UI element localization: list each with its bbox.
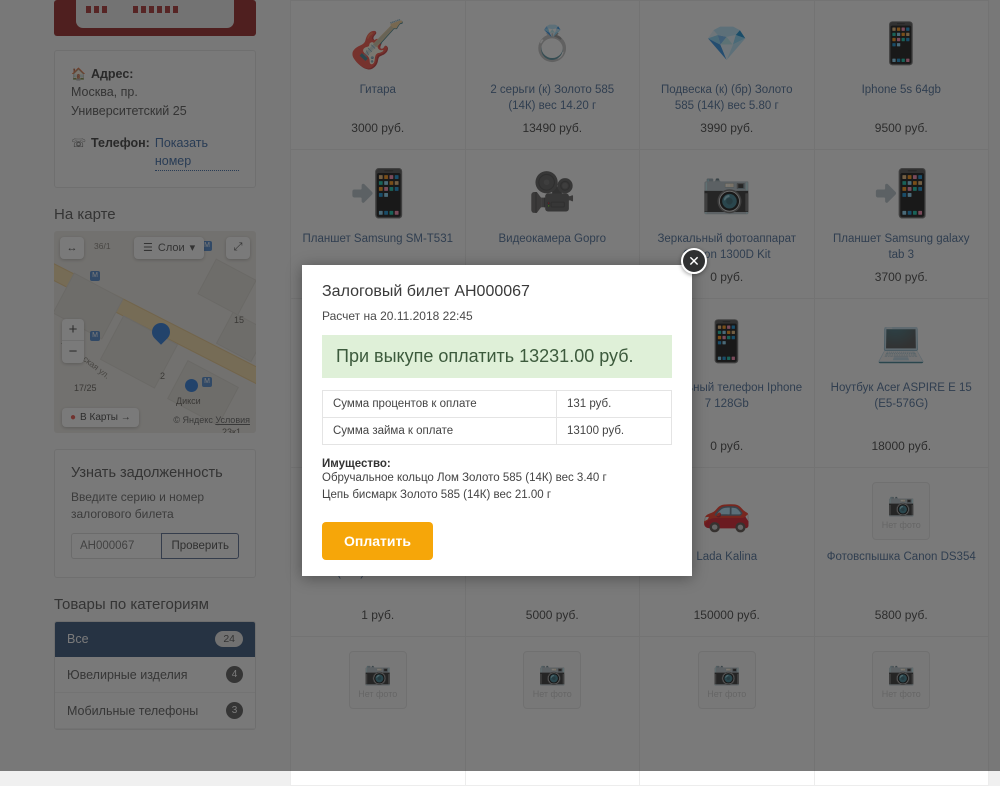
modal-subtitle: Расчет на 20.11.2018 22:45 <box>322 309 473 323</box>
table-row: Сумма процентов к оплате 131 руб. <box>322 390 672 418</box>
property-line: Обручальное кольцо Лом Золото 585 (14К) … <box>322 472 607 484</box>
interest-label: Сумма процентов к оплате <box>322 390 557 418</box>
payment-breakdown-table: Сумма процентов к оплате 131 руб. Сумма … <box>322 390 672 445</box>
close-icon[interactable]: ✕ <box>681 248 707 274</box>
redemption-amount-banner: При выкупе оплатить 13231.00 руб. <box>322 335 672 378</box>
property-line: Цепь бисмарк Золото 585 (14К) вес 21.00 … <box>322 489 552 502</box>
modal-title: Залоговый билет АН000067 <box>322 283 530 300</box>
page-root: 🏠 Адрес: Москва, пр. Университетский 25 … <box>0 0 1000 786</box>
table-row: Сумма займа к оплате 13100 руб. <box>322 417 672 445</box>
property-title: Имущество: <box>322 458 391 470</box>
pledge-ticket-modal: Залоговый билет АН000067 Расчет на 20.11… <box>302 265 692 576</box>
loan-label: Сумма займа к оплате <box>322 417 557 445</box>
loan-value: 13100 руб. <box>556 417 672 445</box>
interest-value: 131 руб. <box>556 390 672 418</box>
pay-button[interactable]: Оплатить <box>322 521 433 560</box>
